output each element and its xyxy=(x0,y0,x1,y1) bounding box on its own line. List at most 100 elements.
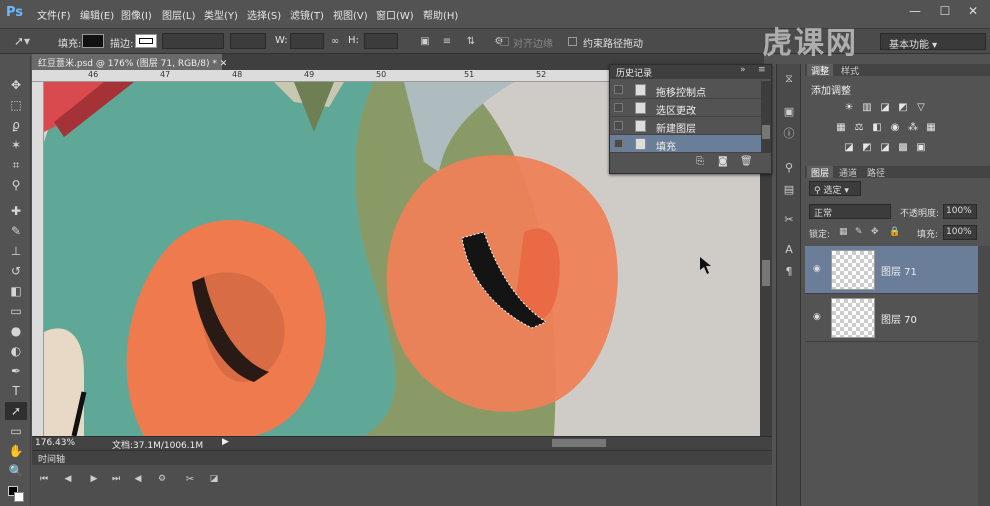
tab-styles[interactable]: 样式 xyxy=(837,64,863,77)
character-panel-icon[interactable]: A xyxy=(782,242,796,256)
next-frame-icon[interactable]: ⏭ xyxy=(110,473,122,485)
menu-select[interactable]: 选择(S) xyxy=(247,7,281,22)
path-select-tool-icon[interactable]: ➚▾ xyxy=(10,33,34,49)
stroke-type-dropdown[interactable] xyxy=(230,33,266,49)
vibrance-icon[interactable]: ▽ xyxy=(915,102,927,113)
crop-tool-icon[interactable]: ⌗ xyxy=(5,156,27,174)
tab-adjustments[interactable]: 调整 xyxy=(807,64,834,77)
trash-icon[interactable]: 🗑 xyxy=(740,156,753,167)
channel-mixer-icon[interactable]: ⁂ xyxy=(907,122,919,133)
clone-stamp-icon[interactable]: ⊥ xyxy=(5,242,27,260)
color-lookup-icon[interactable]: ▦ xyxy=(925,122,937,133)
align-edges-checkbox[interactable] xyxy=(500,37,509,46)
selective-color-icon[interactable]: ▣ xyxy=(915,142,927,153)
menu-type[interactable]: 类型(Y) xyxy=(204,7,238,22)
horizontal-scroll-thumb[interactable] xyxy=(552,439,606,447)
lock-transparency-icon[interactable]: ▦ xyxy=(839,227,848,237)
document-tab[interactable]: 红豆薏米.psd @ 176% (图层 71, RGB/8) * ✕ xyxy=(32,54,227,70)
workspace-dropdown[interactable]: 基本功能 ▾ xyxy=(880,33,986,51)
gradient-tool-icon[interactable]: ▭ xyxy=(5,302,27,320)
menu-edit[interactable]: 编辑(E) xyxy=(80,7,114,22)
hand-tool-icon[interactable]: ✋ xyxy=(5,442,27,460)
black-white-icon[interactable]: ◧ xyxy=(871,122,883,133)
panel-menu-icon[interactable]: ≡ xyxy=(758,65,766,75)
info-icon[interactable]: ⓘ xyxy=(782,126,796,140)
exposure-icon[interactable]: ◩ xyxy=(897,102,909,113)
brightness-icon[interactable]: ☀ xyxy=(843,102,855,113)
history-scrollbar[interactable] xyxy=(761,81,771,153)
history-item[interactable]: 新建图层 xyxy=(610,117,761,135)
levels-icon[interactable]: ▥ xyxy=(861,102,873,113)
clone-source-icon[interactable]: ▤ xyxy=(782,182,796,196)
split-icon[interactable]: ✂ xyxy=(184,473,196,485)
stroke-width-field[interactable] xyxy=(162,33,224,49)
maximize-button[interactable]: ☐ xyxy=(934,4,956,22)
history-checkbox[interactable] xyxy=(614,103,623,112)
invert-icon[interactable]: ◪ xyxy=(843,142,855,153)
history-item[interactable]: 选区更改 xyxy=(610,99,761,117)
menu-layer[interactable]: 图层(L) xyxy=(162,7,195,22)
menu-help[interactable]: 帮助(H) xyxy=(423,7,458,22)
history-checkbox[interactable] xyxy=(614,139,623,148)
tab-channels[interactable]: 通道 xyxy=(835,166,861,179)
marquee-tool-icon[interactable]: ⬚ xyxy=(5,96,27,114)
eye-icon[interactable]: ◉ xyxy=(813,264,825,274)
color-panel-icon[interactable]: ▣ xyxy=(782,104,796,118)
close-button[interactable]: ✕ xyxy=(962,4,984,22)
eraser-icon[interactable]: ◧ xyxy=(5,282,27,300)
brush-tool-icon[interactable]: ✎ xyxy=(5,222,27,240)
brush-panel-icon[interactable]: ⚲ xyxy=(782,160,796,174)
layer-row-selected[interactable]: ◉ 图层 71 xyxy=(805,246,978,294)
width-field[interactable] xyxy=(290,33,324,49)
path-alignment-icon[interactable]: ≡ xyxy=(440,33,454,49)
transition-icon[interactable]: ◪ xyxy=(208,473,220,485)
minimize-button[interactable]: — xyxy=(904,4,926,22)
new-document-from-state-icon[interactable]: ⎘ xyxy=(696,156,704,167)
close-tab-icon[interactable]: ✕ xyxy=(220,59,228,69)
gradient-map-icon[interactable]: ▩ xyxy=(897,142,909,153)
tab-paths[interactable]: 路径 xyxy=(863,166,889,179)
pen-tool-icon[interactable]: ✒ xyxy=(5,362,27,380)
panel-collapse-icon[interactable]: » xyxy=(740,65,746,75)
posterize-icon[interactable]: ◩ xyxy=(861,142,873,153)
menu-window[interactable]: 窗口(W) xyxy=(376,7,414,22)
path-operations-icon[interactable]: ▣ xyxy=(418,33,432,49)
dodge-tool-icon[interactable]: ◐ xyxy=(5,342,27,360)
curves-icon[interactable]: ◪ xyxy=(879,102,891,113)
history-checkbox[interactable] xyxy=(614,121,623,130)
history-item[interactable]: 拖移控制点 xyxy=(610,81,761,99)
audio-icon[interactable]: ◀ xyxy=(132,473,144,485)
menu-view[interactable]: 视图(V) xyxy=(333,7,368,22)
zoom-tool-icon[interactable]: 🔍 xyxy=(5,462,27,480)
lock-position-icon[interactable]: ✥ xyxy=(871,227,879,237)
photo-filter-icon[interactable]: ◉ xyxy=(889,122,901,133)
menu-image[interactable]: 图像(I) xyxy=(121,7,152,22)
blend-mode-dropdown[interactable]: 正常 xyxy=(809,204,891,219)
lasso-tool-icon[interactable]: ϼ xyxy=(5,116,27,134)
color-balance-icon[interactable]: ⚖ xyxy=(853,122,865,133)
history-checkbox[interactable] xyxy=(614,85,623,94)
scroll-thumb[interactable] xyxy=(762,260,770,286)
fill-swatch[interactable] xyxy=(82,34,104,48)
first-frame-icon[interactable]: ⏮ xyxy=(38,473,50,485)
layer-name[interactable]: 图层 71 xyxy=(881,263,917,278)
hue-saturation-icon[interactable]: ▦ xyxy=(835,122,847,133)
history-brush-icon[interactable]: ↺ xyxy=(5,262,27,280)
play-icon[interactable]: ▶ xyxy=(88,473,100,485)
snapshot-camera-icon[interactable]: ◙ xyxy=(718,156,728,167)
tool-presets-icon[interactable]: ✂ xyxy=(782,212,796,226)
path-arrangement-icon[interactable]: ⇅ xyxy=(464,33,478,49)
layer-row[interactable]: ◉ 图层 70 xyxy=(805,294,978,342)
rectangle-tool-icon[interactable]: ▭ xyxy=(5,422,27,440)
opacity-field[interactable]: 100% xyxy=(943,204,977,219)
path-selection-tool-icon[interactable]: ➚ xyxy=(5,402,27,420)
move-tool-icon[interactable]: ✥ xyxy=(5,76,27,94)
magic-wand-icon[interactable]: ✶ xyxy=(5,136,27,154)
layer-filter-dropdown[interactable]: ⚲ 选定 ▾ xyxy=(809,181,861,196)
settings-icon[interactable]: ⚙ xyxy=(156,473,168,485)
constrain-path-checkbox[interactable] xyxy=(568,37,577,46)
prev-frame-icon[interactable]: ◀ xyxy=(62,473,74,485)
background-color-swatch[interactable] xyxy=(14,492,24,502)
eyedropper-icon[interactable]: ⚲ xyxy=(5,176,27,194)
menu-file[interactable]: 文件(F) xyxy=(37,7,71,22)
